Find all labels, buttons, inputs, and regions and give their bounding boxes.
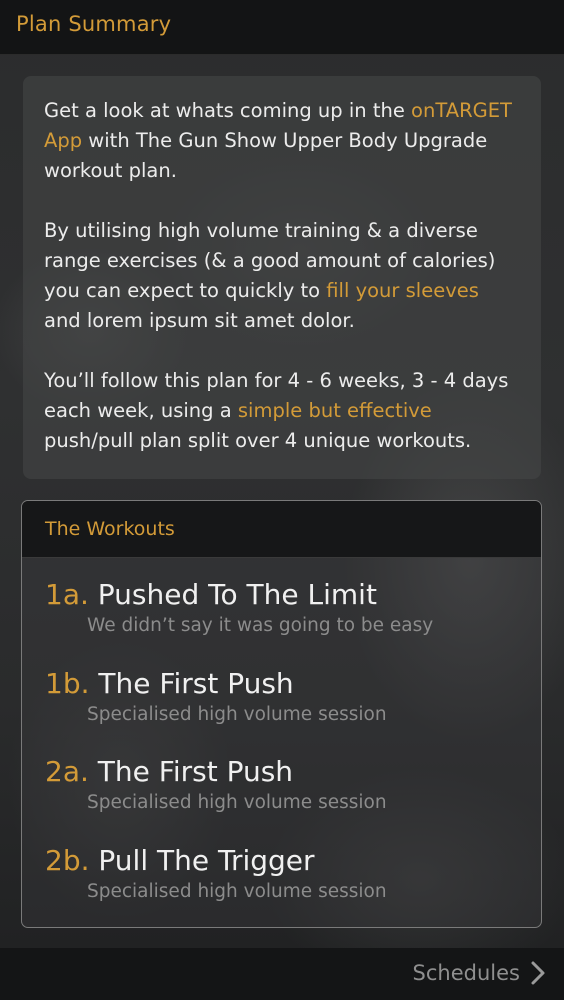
- workout-name: The First Push: [98, 667, 294, 700]
- intro-highlight-split: simple but effective: [237, 399, 432, 422]
- workout-subtitle: We didn’t say it was going to be easy: [87, 615, 434, 636]
- plan-intro-card: Get a look at whats coming up in the onT…: [23, 76, 541, 479]
- workouts-panel: The Workouts 1a. Pushed To The Limit We …: [21, 500, 542, 928]
- workouts-header: The Workouts: [22, 501, 541, 558]
- workout-name: Pull The Trigger: [98, 844, 315, 877]
- workout-title: 2a. The First Push: [45, 755, 525, 789]
- intro-paragraph-1: Get a look at whats coming up in the onT…: [44, 96, 521, 186]
- workout-item-1b[interactable]: 1b. The First Push Specialised high volu…: [45, 667, 525, 727]
- workout-item-1a[interactable]: 1a. Pushed To The Limit We didn’t say it…: [45, 578, 525, 638]
- schedules-label: Schedules: [412, 961, 520, 985]
- workout-title: 2b. Pull The Trigger: [45, 844, 525, 878]
- workout-code: 1b.: [45, 667, 90, 700]
- intro-text: and lorem ipsum sit amet dolor.: [44, 309, 355, 332]
- workout-title: 1b. The First Push: [45, 667, 525, 701]
- workout-item-2a[interactable]: 2a. The First Push Specialised high volu…: [45, 755, 525, 815]
- workout-title: 1a. Pushed To The Limit: [45, 578, 525, 612]
- workout-item-2b[interactable]: 2b. Pull The Trigger Specialised high vo…: [45, 844, 525, 904]
- schedules-button[interactable]: Schedules: [413, 960, 548, 986]
- footer-bar: Schedules: [0, 948, 564, 1000]
- workouts-heading: The Workouts: [45, 518, 175, 540]
- workout-subtitle: Specialised high volume session: [87, 792, 387, 813]
- workout-subtitle: Specialised high volume session: [87, 704, 387, 725]
- intro-text: Get a look at whats coming up in the: [44, 99, 412, 122]
- intro-paragraph-3: You’ll follow this plan for 4 - 6 weeks,…: [44, 366, 521, 456]
- workout-name: The First Push: [97, 755, 294, 788]
- chevron-right-icon: [531, 961, 545, 985]
- intro-paragraph-2: By utilising high volume training & a di…: [44, 216, 521, 336]
- workout-code: 1a.: [45, 578, 89, 611]
- workout-subtitle: Specialised high volume session: [87, 881, 387, 902]
- intro-highlight-sleeves: fill your sleeves: [326, 279, 479, 302]
- header-bar: Plan Summary: [0, 0, 564, 55]
- intro-text: push/pull plan split over 4 unique worko…: [44, 429, 472, 452]
- workout-name: Pushed To The Limit: [97, 578, 377, 611]
- intro-text: with The Gun Show Upper Body Upgrade wor…: [44, 129, 488, 182]
- page-title: Plan Summary: [16, 12, 172, 36]
- workout-code: 2a.: [45, 755, 89, 788]
- workout-code: 2b.: [45, 844, 90, 877]
